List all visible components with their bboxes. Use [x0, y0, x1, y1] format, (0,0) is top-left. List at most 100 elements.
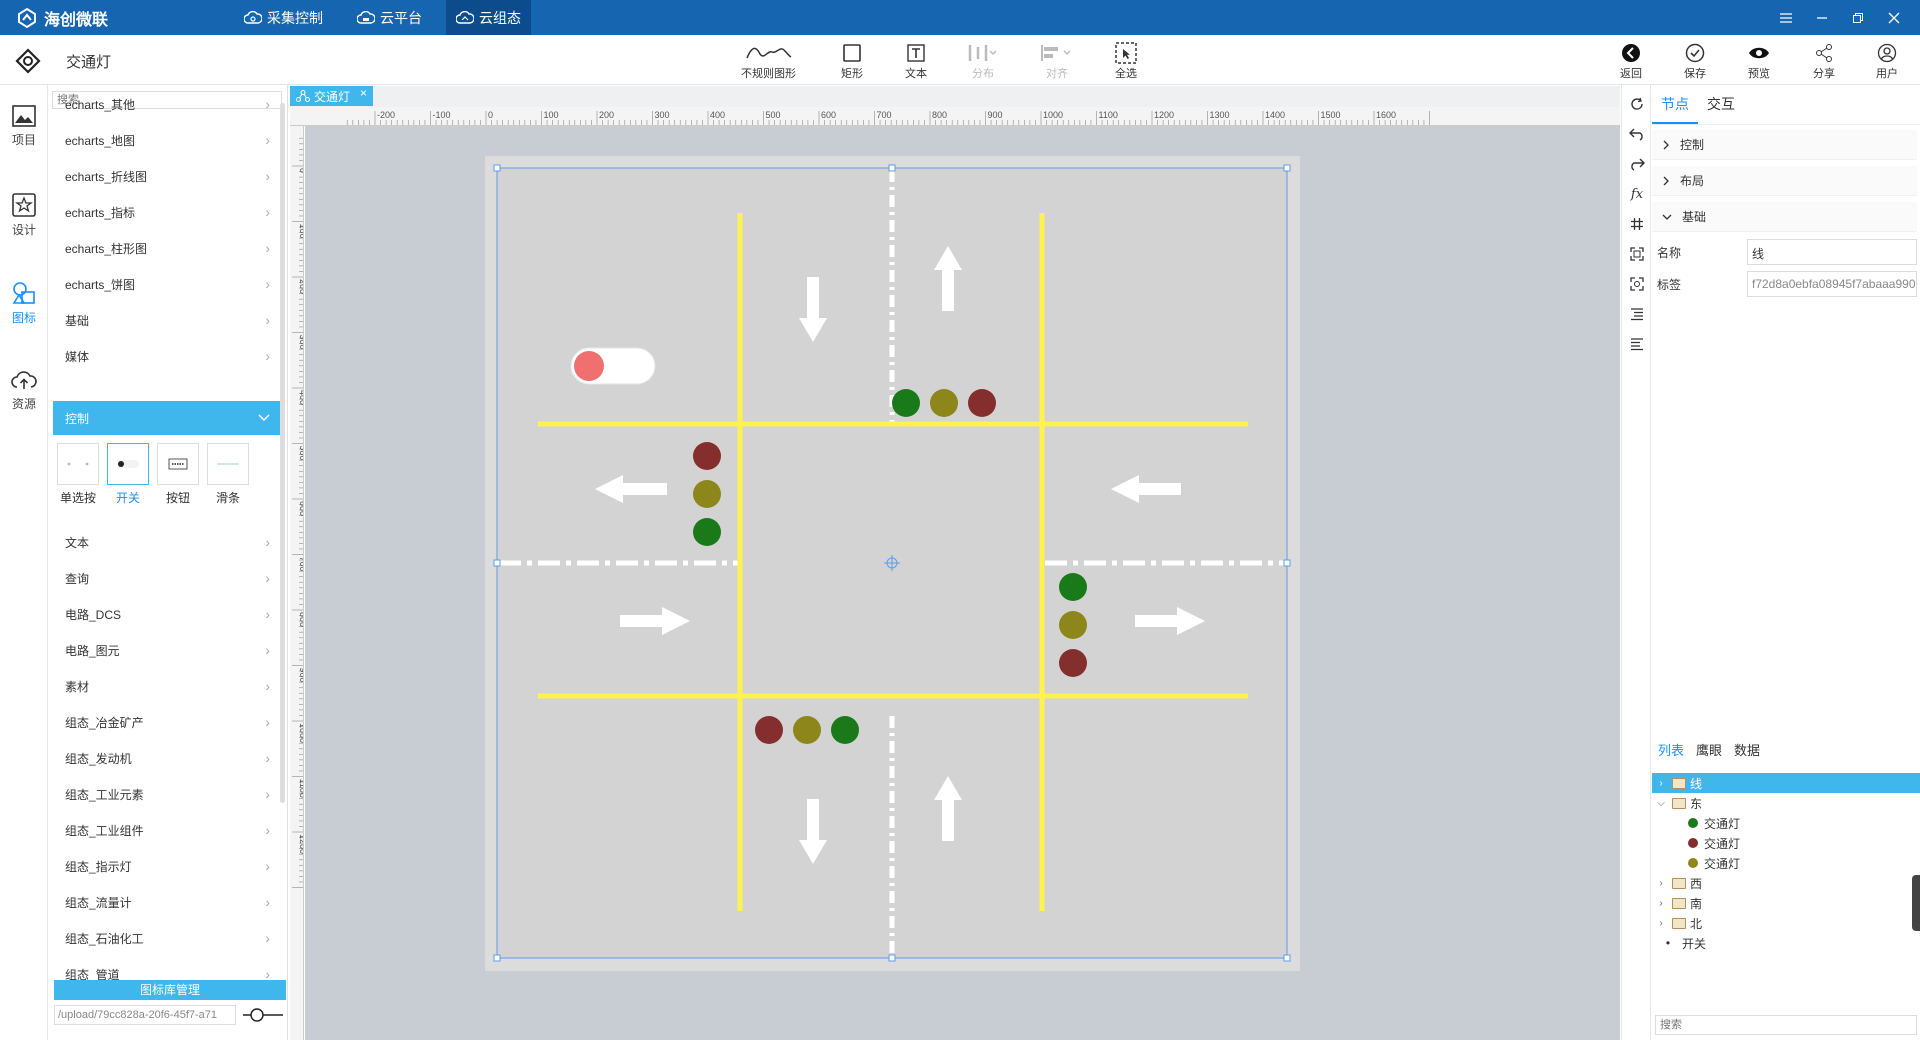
tree-node[interactable]: › 西: [1652, 873, 1920, 893]
section-control[interactable]: 控制: [1652, 130, 1917, 160]
category-item[interactable]: 组态_发动机 ›: [53, 741, 282, 775]
irregular-shape-button[interactable]: 不规则图形: [741, 41, 796, 81]
category-item[interactable]: 电路_DCS ›: [53, 597, 282, 631]
component-radio[interactable]: 单选按: [57, 443, 99, 506]
tree-node[interactable]: 交通灯: [1652, 853, 1920, 873]
rail-item-resources[interactable]: 资源: [0, 369, 48, 412]
upload-path-field[interactable]: [54, 1005, 236, 1025]
menu-button[interactable]: [1768, 0, 1804, 35]
tree-node[interactable]: • 开关: [1652, 933, 1920, 953]
tree-node[interactable]: 交通灯: [1652, 813, 1920, 833]
section-layout[interactable]: 布局: [1652, 166, 1917, 196]
undo-button[interactable]: [1628, 125, 1646, 143]
category-item[interactable]: 组态_流量计 ›: [53, 885, 282, 919]
align-button[interactable]: 对齐: [1040, 41, 1074, 81]
category-item[interactable]: echarts_其他 ›: [53, 87, 282, 121]
chevron-right-icon[interactable]: ›: [1654, 878, 1668, 889]
switch-knob[interactable]: [574, 351, 604, 381]
category-item[interactable]: 组态_指示灯 ›: [53, 849, 282, 883]
close-button[interactable]: [1876, 0, 1912, 35]
tree-node[interactable]: 交通灯: [1652, 833, 1920, 853]
chevron-right-icon[interactable]: ›: [1654, 778, 1668, 789]
north-light-yellow[interactable]: [930, 389, 958, 417]
category-item[interactable]: 媒体 ›: [53, 339, 282, 373]
minimize-button[interactable]: [1804, 0, 1840, 35]
chevron-right-icon[interactable]: ›: [1654, 898, 1668, 909]
user-button[interactable]: 用户: [1876, 41, 1898, 81]
back-button[interactable]: 返回: [1620, 41, 1642, 81]
rail-item-icons[interactable]: 图标: [0, 281, 48, 326]
tree-node[interactable]: › 南: [1652, 893, 1920, 913]
rectangle-button[interactable]: 矩形: [841, 41, 863, 81]
category-item[interactable]: echarts_饼图 ›: [53, 267, 282, 301]
layer-search-input[interactable]: [1655, 1015, 1917, 1035]
rail-item-project[interactable]: 项目: [0, 105, 48, 148]
icon-library-button[interactable]: 图标库管理: [54, 980, 286, 1000]
prop-tag-field[interactable]: f72d8a0ebfa08945f7abaaa990: [1747, 271, 1917, 297]
save-button[interactable]: 保存: [1684, 41, 1706, 81]
refresh-button[interactable]: [1628, 95, 1646, 113]
nav-cloud-platform[interactable]: 云平台: [347, 0, 432, 35]
tab-eagle-eye[interactable]: 鹰眼: [1690, 735, 1728, 767]
tab-list[interactable]: 列表: [1652, 735, 1690, 767]
stage[interactable]: [485, 156, 1300, 971]
tab-interaction[interactable]: 交互: [1698, 85, 1744, 124]
category-item[interactable]: 组态_冶金矿产 ›: [53, 705, 282, 739]
select-all-button[interactable]: 全选: [1115, 41, 1137, 81]
rail-item-design[interactable]: 设计: [0, 193, 48, 238]
category-item[interactable]: echarts_地图 ›: [53, 123, 282, 157]
function-icon[interactable]: fx: [1628, 185, 1646, 203]
category-item[interactable]: 素材 ›: [53, 669, 282, 703]
zoom-slider[interactable]: [241, 1008, 285, 1022]
west-light-green[interactable]: [693, 518, 721, 546]
preview-button[interactable]: 预览: [1748, 41, 1770, 81]
category-item[interactable]: 查询 ›: [53, 561, 282, 595]
tab-node[interactable]: 节点: [1652, 85, 1698, 124]
category-item[interactable]: echarts_柱形图 ›: [53, 231, 282, 265]
tree-node[interactable]: ⌵ 东: [1652, 793, 1920, 813]
category-active[interactable]: 控制: [53, 401, 282, 435]
west-light-red[interactable]: [693, 442, 721, 470]
east-light-red[interactable]: [1059, 649, 1087, 677]
panel-scrollbar[interactable]: [280, 103, 285, 803]
tab-data[interactable]: 数据: [1728, 735, 1766, 767]
actual-size-button[interactable]: [1628, 275, 1646, 293]
south-light-yellow[interactable]: [793, 716, 821, 744]
north-light-red[interactable]: [968, 389, 996, 417]
component-slider[interactable]: 滑条: [207, 443, 249, 506]
restore-button[interactable]: [1840, 0, 1876, 35]
tab-traffic-light[interactable]: 交通灯 ×: [290, 86, 374, 106]
prop-name-field[interactable]: 线: [1747, 239, 1917, 265]
category-item[interactable]: echarts_指标 ›: [53, 195, 282, 229]
nav-collect-control[interactable]: 采集控制: [234, 0, 333, 35]
category-item[interactable]: 基础 ›: [53, 303, 282, 337]
chevron-right-icon[interactable]: ›: [1654, 918, 1668, 929]
category-item[interactable]: echarts_折线图 ›: [53, 159, 282, 193]
category-item[interactable]: 组态_石油化工 ›: [53, 921, 282, 955]
text-button[interactable]: 文本: [905, 41, 927, 81]
category-item[interactable]: 组态_工业组件 ›: [53, 813, 282, 847]
east-light-green[interactable]: [1059, 573, 1087, 601]
editor-canvas[interactable]: [305, 126, 1620, 1040]
redo-button[interactable]: [1628, 155, 1646, 173]
section-basic[interactable]: 基础: [1652, 202, 1917, 232]
share-button[interactable]: 分享: [1813, 41, 1835, 81]
nav-cloud-config[interactable]: 云组态: [446, 0, 531, 35]
chevron-down-icon[interactable]: ⌵: [1654, 798, 1668, 809]
grid-button[interactable]: [1628, 215, 1646, 233]
north-light-green[interactable]: [892, 389, 920, 417]
south-light-green[interactable]: [831, 716, 859, 744]
fit-button[interactable]: [1628, 245, 1646, 263]
indent-button[interactable]: [1628, 305, 1646, 323]
east-light-yellow[interactable]: [1059, 611, 1087, 639]
outdent-button[interactable]: [1628, 335, 1646, 353]
tree-node[interactable]: › 线: [1652, 773, 1920, 793]
side-handle[interactable]: [1912, 875, 1920, 931]
component-button[interactable]: 按钮: [157, 443, 199, 506]
distribute-button[interactable]: 分布: [968, 41, 998, 81]
south-light-red[interactable]: [755, 716, 783, 744]
category-item[interactable]: 文本 ›: [53, 525, 282, 559]
component-switch[interactable]: 开关: [107, 443, 149, 506]
category-item[interactable]: 组态_工业元素 ›: [53, 777, 282, 811]
tab-close-icon[interactable]: ×: [360, 87, 367, 99]
